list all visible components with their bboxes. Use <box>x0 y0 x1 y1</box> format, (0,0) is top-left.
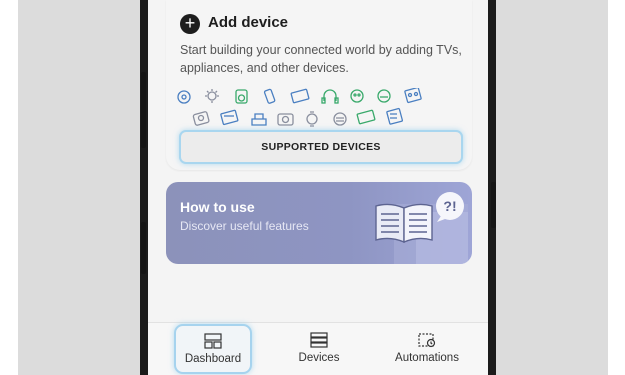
nav-devices-label: Devices <box>298 352 340 364</box>
phone-icon <box>263 88 276 104</box>
wearable-icon <box>306 111 318 127</box>
add-device-card[interactable]: + Add device Start building your connect… <box>166 0 472 170</box>
printer-icon <box>251 113 267 126</box>
oven-icon <box>220 109 239 126</box>
add-device-title[interactable]: Add device <box>208 14 288 31</box>
how-to-use-illustration: ?! <box>375 192 468 264</box>
how-to-use-card[interactable]: How to use Discover useful features ?! <box>166 182 472 264</box>
robot-icon <box>377 89 391 103</box>
vacuum-icon <box>350 89 364 103</box>
headphones-icon <box>321 89 339 104</box>
nav-dashboard-label: Dashboard <box>184 353 242 365</box>
devices-icon <box>310 332 328 348</box>
camera-icon <box>192 111 210 126</box>
fridge-icon <box>404 88 422 104</box>
add-device-description: Start building your connected world by a… <box>180 43 462 75</box>
nav-dashboard[interactable]: Dashboard <box>174 324 252 374</box>
app-screen: + Add device Start building your connect… <box>148 0 488 375</box>
nav-automations[interactable]: Automations <box>388 323 466 375</box>
plus-circle-icon[interactable]: + <box>180 14 200 34</box>
washer-icon <box>235 89 248 104</box>
dishwasher-icon <box>333 112 347 126</box>
bottom-navigation: Dashboard Devices Automations <box>148 322 488 375</box>
svg-text:?!: ?! <box>443 198 456 214</box>
bixby-button <box>141 222 146 274</box>
device-icons-illustration <box>177 88 422 127</box>
monitor-icon <box>356 109 376 125</box>
how-to-use-title: How to use <box>180 199 255 215</box>
volume-button <box>141 72 146 148</box>
speaker-icon <box>177 90 191 104</box>
automations-icon <box>418 333 436 348</box>
dashboard-icon <box>204 333 222 349</box>
aircon-icon <box>386 107 403 125</box>
supported-devices-button[interactable]: SUPPORTED DEVICES <box>179 130 463 164</box>
power-button <box>491 182 496 228</box>
tv-icon <box>290 88 310 104</box>
camera2-icon <box>277 113 294 126</box>
how-to-use-subtitle: Discover useful features <box>180 219 309 233</box>
lamp-icon <box>205 89 219 103</box>
nav-devices[interactable]: Devices <box>284 323 354 375</box>
book-icon <box>375 203 433 244</box>
nav-automations-label: Automations <box>395 352 459 364</box>
